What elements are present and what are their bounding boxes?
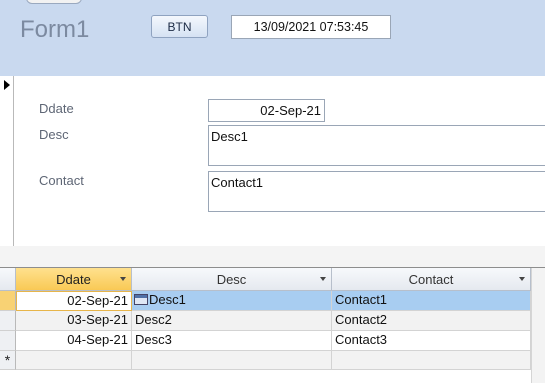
- row-selector[interactable]: [0, 291, 16, 311]
- table-cell-desc[interactable]: Desc1: [132, 291, 332, 311]
- table-cell-ddate[interactable]: 02-Sep-21: [16, 291, 132, 311]
- current-record-arrow-icon: [4, 80, 10, 90]
- new-record-cell-desc[interactable]: [132, 351, 332, 370]
- table-cell-ddate[interactable]: 04-Sep-21: [16, 331, 132, 351]
- table-cell-desc[interactable]: Desc3: [132, 331, 332, 351]
- table-cell-contact[interactable]: Contact3: [332, 331, 531, 351]
- column-header-contact[interactable]: Contact: [332, 268, 531, 291]
- column-header-label: Contact: [408, 271, 454, 287]
- btn-button[interactable]: BTN: [151, 15, 208, 38]
- record-selector[interactable]: [0, 76, 14, 246]
- column-header-label: Desc: [216, 271, 247, 287]
- table-cell-desc[interactable]: Desc2: [132, 311, 332, 331]
- desc-label: Desc: [39, 127, 69, 142]
- form-title: Form1: [20, 16, 90, 43]
- column-header-desc[interactable]: Desc: [132, 268, 332, 291]
- column-header-label: Ddate: [56, 271, 91, 287]
- new-record-cell-contact[interactable]: [332, 351, 531, 370]
- new-record-selector[interactable]: *: [0, 351, 16, 370]
- calendar-icon[interactable]: [134, 294, 148, 305]
- table-cell-ddate[interactable]: 03-Sep-21: [16, 311, 132, 331]
- contact-label: Contact: [39, 173, 84, 188]
- select-all-corner[interactable]: [0, 268, 16, 291]
- column-header-ddate[interactable]: Ddate: [16, 268, 132, 291]
- row-selector[interactable]: [0, 311, 16, 331]
- row-selector[interactable]: [0, 331, 16, 351]
- form-tab[interactable]: [26, 0, 82, 4]
- section-divider: [0, 246, 545, 268]
- chevron-down-icon[interactable]: [320, 277, 326, 281]
- desc-field[interactable]: Desc1: [208, 125, 545, 166]
- chevron-down-icon[interactable]: [120, 277, 126, 281]
- contact-field[interactable]: Contact1: [208, 171, 545, 212]
- vertical-scrollbar[interactable]: [531, 268, 545, 383]
- datetime-textbox[interactable]: 13/09/2021 07:53:45: [231, 15, 391, 39]
- ddate-label: Ddate: [39, 101, 74, 116]
- chevron-down-icon[interactable]: [519, 277, 525, 281]
- table-cell-contact[interactable]: Contact2: [332, 311, 531, 331]
- new-record-cell-ddate[interactable]: [16, 351, 132, 370]
- table-cell-contact[interactable]: Contact1: [332, 291, 531, 311]
- ddate-field[interactable]: 02-Sep-21: [208, 99, 325, 122]
